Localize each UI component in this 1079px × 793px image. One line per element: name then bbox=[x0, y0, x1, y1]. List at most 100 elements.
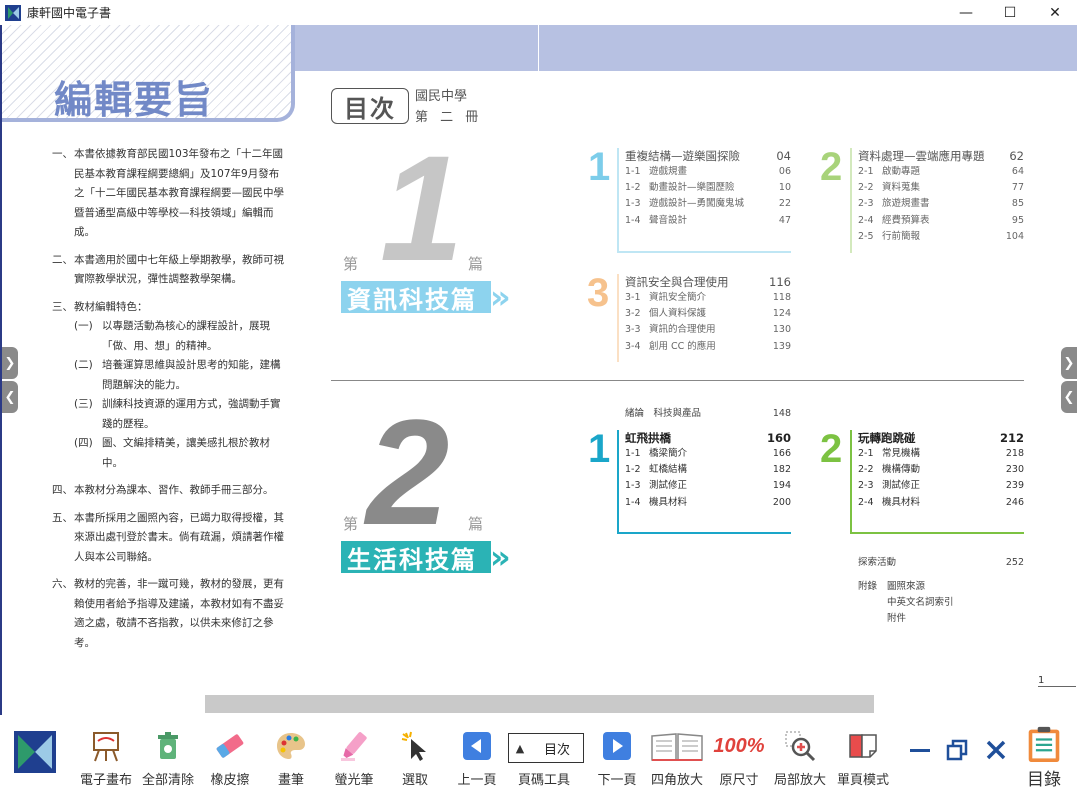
restore-window-icon bbox=[946, 739, 968, 761]
toc-row[interactable]: 2-4 經費預算表 95 bbox=[858, 213, 1024, 229]
eraser-button[interactable]: 橡皮擦 bbox=[205, 715, 255, 788]
toc-row[interactable]: 1-2 虹橋結構 182 bbox=[625, 462, 791, 478]
toc-appendix: 附錄 圖照來源 bbox=[858, 579, 1024, 595]
unit-title[interactable]: 重複結構—遊樂園探險 04 bbox=[625, 148, 791, 164]
toc-intro[interactable]: 緒論 科技與產品 148 bbox=[625, 406, 791, 422]
feature-item: (四) 圖、文編排精美，讓美感扎根於教材中。 bbox=[74, 437, 270, 469]
note-item: 三、 教材編輯特色： bbox=[52, 300, 148, 313]
editorial-notes: 一、 本書依據教育部民國103年發布之「十二年國民基本教育課程綱要總綱」及107年… bbox=[52, 145, 284, 661]
close-viewer-button[interactable] bbox=[983, 737, 1009, 763]
unit-title[interactable]: 玩轉跑跳碰 212 bbox=[858, 430, 1024, 446]
part1-banner[interactable]: 資訊科技篇 bbox=[341, 281, 491, 314]
feature-item: (三) 訓練科技資源的運用方式，強調動手實踐的歷程。 bbox=[74, 398, 281, 430]
minimize-button[interactable]: — bbox=[943, 0, 989, 25]
cursor-icon bbox=[397, 727, 433, 765]
catalog-button[interactable]: 目錄 bbox=[1020, 715, 1068, 790]
toc-row[interactable]: 1-4 機具材料 200 bbox=[625, 495, 791, 511]
bottom-toolbar: 電子畫布 全部清除 橡皮擦 畫筆 螢光筆 選取 上一頁 ▲ 目次 頁碼工具 下一… bbox=[0, 715, 1079, 793]
window-title: 康軒國中電子書 bbox=[27, 6, 112, 20]
toc-row[interactable]: 1-1 遊戲規畫 06 bbox=[625, 164, 791, 180]
unit-title[interactable]: 資料處理—雲端應用專題 62 bbox=[858, 148, 1024, 164]
maximize-button[interactable]: ☐ bbox=[987, 0, 1033, 25]
prev-page-button[interactable]: 上一頁 bbox=[452, 715, 502, 788]
toc-row[interactable]: 3-4 創用 CC 的應用 139 bbox=[625, 339, 791, 355]
minimize-viewer-button[interactable] bbox=[907, 737, 933, 763]
toc-row[interactable]: 2-1 常見機構 218 bbox=[858, 446, 1024, 462]
brush-button[interactable]: 畫筆 bbox=[266, 715, 316, 788]
toc-row[interactable]: 2-5 行前簡報 104 bbox=[858, 229, 1024, 245]
toc-row[interactable]: 1-2 動畫設計—樂園歷險 10 bbox=[625, 180, 791, 196]
unit-title[interactable]: 虹飛拱橋 160 bbox=[625, 430, 791, 446]
page-tool-label[interactable]: 頁碼工具 bbox=[518, 769, 570, 788]
part2-banner[interactable]: 生活科技篇 bbox=[341, 541, 491, 574]
toc-row[interactable]: 3-1 資訊安全簡介 118 bbox=[625, 290, 791, 306]
toc-row[interactable]: 3-3 資訊的合理使用 130 bbox=[625, 322, 791, 338]
four-corner-zoom-button[interactable]: 四角放大 bbox=[648, 715, 706, 788]
toc-unit-p2u2: 玩轉跑跳碰 212 2-1 常見機構 218 2-2 機構傳動 230 2-3 測試修正 23… bbox=[850, 430, 1024, 534]
draw-board-button[interactable]: 電子畫布 bbox=[78, 715, 134, 788]
app-logo-icon bbox=[5, 4, 21, 21]
unit-title[interactable]: 資訊安全與合理使用 116 bbox=[625, 274, 791, 290]
school-label: 國民中學 bbox=[415, 89, 468, 104]
select-button[interactable]: 選取 bbox=[392, 715, 438, 788]
eraser-icon bbox=[212, 727, 248, 765]
part2-prefix: 第 bbox=[343, 515, 359, 533]
feature-item: (二) 培養運算思維與設計思考的知能，建構問題解決的能力。 bbox=[74, 359, 281, 391]
toc-row[interactable]: 2-2 機構傳動 230 bbox=[858, 462, 1024, 478]
note-item: 二、 本書適用於國中七年級上學期教學，教師可視實際教學狀況，彈性調整教學架構。 bbox=[52, 253, 284, 286]
original-size-button[interactable]: 100% 原尺寸 bbox=[713, 715, 765, 789]
local-zoom-button[interactable]: 局部放大 bbox=[772, 715, 828, 788]
prev-page-tab-left[interactable]: ❮ bbox=[2, 381, 18, 413]
palette-icon bbox=[273, 727, 309, 765]
minus-icon bbox=[910, 749, 930, 752]
chevron-right-icon: » bbox=[490, 538, 511, 576]
next-page-tab-right[interactable]: ❯ bbox=[1061, 347, 1077, 379]
next-page-button[interactable]: 下一頁 bbox=[592, 715, 642, 788]
toc-row[interactable]: 1-3 測試修正 194 bbox=[625, 478, 791, 494]
window-titlebar: 康軒國中電子書 — ☐ ✕ bbox=[0, 0, 1079, 25]
note-item: 五、 本書所採用之圖照內容，已竭力取得授權，其來源出處刊登於書末。倘有疏漏，煩請著… bbox=[52, 511, 284, 563]
toc-heading: 目次 bbox=[331, 88, 409, 124]
toc-unit-p1u3: 資訊安全與合理使用 116 3-1 資訊安全簡介 118 3-2 個人資料保護 124 3… bbox=[617, 274, 791, 362]
horizontal-scrollbar[interactable] bbox=[205, 695, 874, 713]
kang-hsuan-logo-icon[interactable] bbox=[14, 731, 56, 773]
magnifier-plus-icon bbox=[782, 727, 818, 765]
toc-row[interactable]: 1-3 遊戲設計—勇闖魔鬼城 22 bbox=[625, 196, 791, 212]
triangle-up-icon[interactable]: ▲ bbox=[509, 742, 531, 755]
unit-number: 3 bbox=[587, 271, 610, 315]
next-page-tab-left[interactable]: ❯ bbox=[2, 347, 18, 379]
toc-row[interactable]: 1-4 聲音設計 47 bbox=[625, 213, 791, 229]
clear-all-button[interactable]: 全部清除 bbox=[140, 715, 196, 788]
part1-number: 1 bbox=[380, 124, 464, 292]
toc-row[interactable]: 3-2 個人資料保護 124 bbox=[625, 306, 791, 322]
chevron-right-icon: » bbox=[490, 278, 511, 316]
arrow-right-icon bbox=[599, 727, 635, 765]
toc-row[interactable]: 1-1 橋梁簡介 166 bbox=[625, 446, 791, 462]
part1-suffix: 篇 bbox=[468, 255, 484, 273]
toc-row[interactable]: 2-3 旅遊規畫書 85 bbox=[858, 196, 1024, 212]
unit-number: 1 bbox=[588, 427, 611, 471]
toc-row[interactable]: 2-4 機具材料 246 bbox=[858, 495, 1024, 511]
toc-unit-p1u2: 資料處理—雲端應用專題 62 2-1 啟動專題 64 2-2 資料蒐集 77 2-3 旅遊規… bbox=[850, 148, 1024, 253]
toc-row[interactable]: 附件 bbox=[887, 611, 1024, 627]
page-title: 編輯要旨 bbox=[54, 78, 215, 122]
highlighter-button[interactable]: 螢光筆 bbox=[327, 715, 381, 788]
restore-viewer-button[interactable] bbox=[944, 737, 970, 763]
toc-row[interactable]: 2-3 測試修正 239 bbox=[858, 478, 1024, 494]
single-page-button[interactable]: 單頁模式 bbox=[834, 715, 892, 788]
toc-unit-p1u1: 重複結構—遊樂園探險 04 1-1 遊戲規畫 06 1-2 動畫設計—樂園歷險 10 1-… bbox=[617, 148, 791, 253]
toc-row[interactable]: 2-1 啟動專題 64 bbox=[858, 164, 1024, 180]
toc-row[interactable]: 中英文名詞索引 bbox=[887, 595, 1024, 611]
prev-page-tab-right[interactable]: ❮ bbox=[1061, 381, 1077, 413]
page-number-field[interactable]: ▲ 目次 bbox=[508, 733, 584, 763]
easel-icon bbox=[88, 727, 124, 765]
close-button[interactable]: ✕ bbox=[1032, 0, 1078, 25]
part2-number: 2 bbox=[366, 388, 450, 556]
part1-prefix: 第 bbox=[343, 255, 359, 273]
unit-number: 1 bbox=[588, 145, 611, 189]
toc-row[interactable]: 2-2 資料蒐集 77 bbox=[858, 180, 1024, 196]
note-item: 六、 教材的完善，非一蹴可幾，教材的發展，更有賴使用者給予指導及建議，本教材如有不… bbox=[52, 578, 284, 649]
zoom-100-icon: 100% bbox=[713, 734, 765, 757]
toc-row[interactable]: 圖照來源 bbox=[887, 579, 925, 595]
toc-explore[interactable]: 探索活動 252 bbox=[858, 555, 1024, 571]
